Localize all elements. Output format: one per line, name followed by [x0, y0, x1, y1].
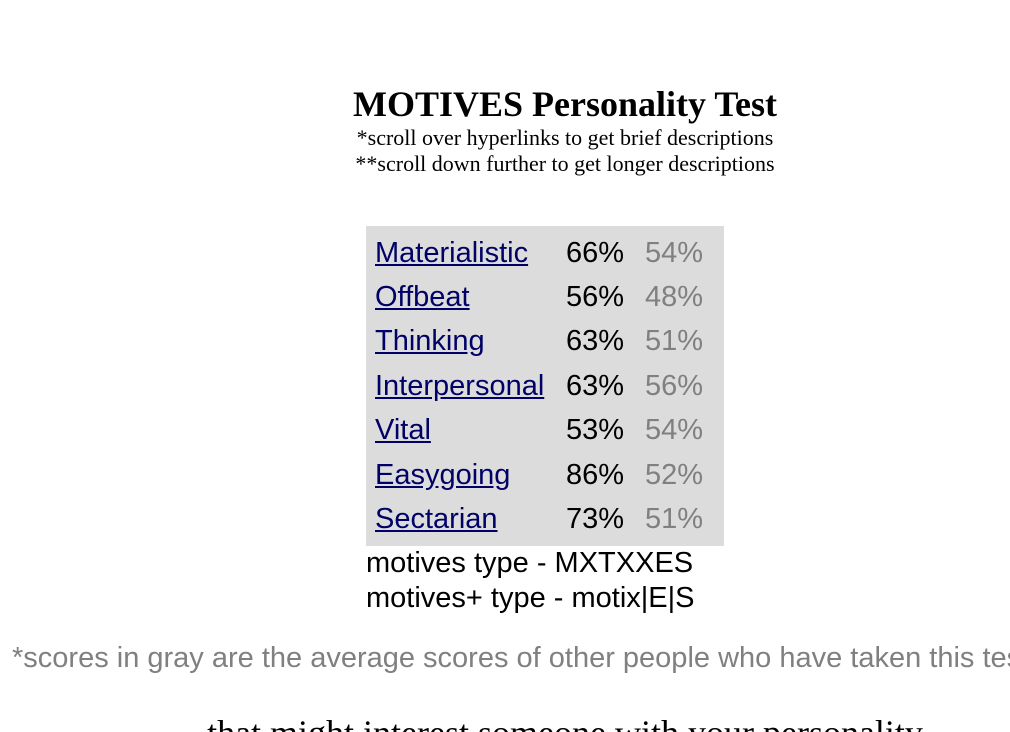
score-value: 86% — [566, 458, 625, 491]
trait-link-vital[interactable]: Vital — [375, 414, 566, 447]
trait-link-easygoing[interactable]: Easygoing — [375, 459, 566, 492]
cutoff-heading-container: that might interest someone with your pe… — [0, 707, 1010, 732]
result-row-interpersonal: Interpersonal 63% 56% — [375, 364, 715, 408]
average-score: 54% — [645, 236, 704, 269]
average-score: 56% — [645, 369, 704, 402]
score-value: 63% — [566, 325, 625, 358]
trait-link-interpersonal[interactable]: Interpersonal — [375, 370, 566, 403]
average-score: 51% — [645, 503, 704, 536]
cutoff-heading: that might interest someone with your pe… — [0, 713, 1010, 732]
result-row-sectarian: Sectarian 73% 51% — [375, 497, 715, 541]
type-summary: motives type - MXTXXES motives+ type - m… — [366, 546, 695, 616]
result-row-offbeat: Offbeat 56% 48% — [375, 275, 715, 319]
scroll-note: **scroll down further to get longer desc… — [355, 151, 775, 176]
result-row-vital: Vital 53% 54% — [375, 409, 715, 453]
trait-link-thinking[interactable]: Thinking — [375, 325, 566, 358]
average-score: 48% — [645, 281, 704, 314]
average-score: 52% — [645, 458, 704, 491]
results-panel: Materialistic 66% 54% Offbeat 56% 48% Th… — [366, 226, 724, 546]
average-scores-footnote: *scores in gray are the average scores o… — [12, 642, 1010, 674]
result-row-easygoing: Easygoing 86% 52% — [375, 453, 715, 497]
score-value: 63% — [566, 369, 625, 402]
score-value: 56% — [566, 281, 625, 314]
result-row-thinking: Thinking 63% 51% — [375, 320, 715, 364]
motives-plus-type: motives+ type - motix|E|S — [366, 582, 695, 614]
trait-link-sectarian[interactable]: Sectarian — [375, 503, 566, 536]
score-value: 66% — [566, 236, 625, 269]
score-value: 73% — [566, 503, 625, 536]
trait-link-materialistic[interactable]: Materialistic — [375, 237, 566, 270]
trait-link-offbeat[interactable]: Offbeat — [375, 281, 566, 314]
hover-note: *scroll over hyperlinks to get brief des… — [356, 125, 774, 150]
motives-type: motives type - MXTXXES — [366, 547, 694, 579]
average-score: 54% — [645, 414, 704, 447]
score-value: 53% — [566, 414, 625, 447]
page-header: MOTIVES Personality Test *scroll over hy… — [0, 83, 1010, 177]
average-score: 51% — [645, 325, 704, 358]
page-title: MOTIVES Personality Test — [352, 84, 778, 124]
result-row-materialistic: Materialistic 66% 54% — [375, 231, 715, 275]
